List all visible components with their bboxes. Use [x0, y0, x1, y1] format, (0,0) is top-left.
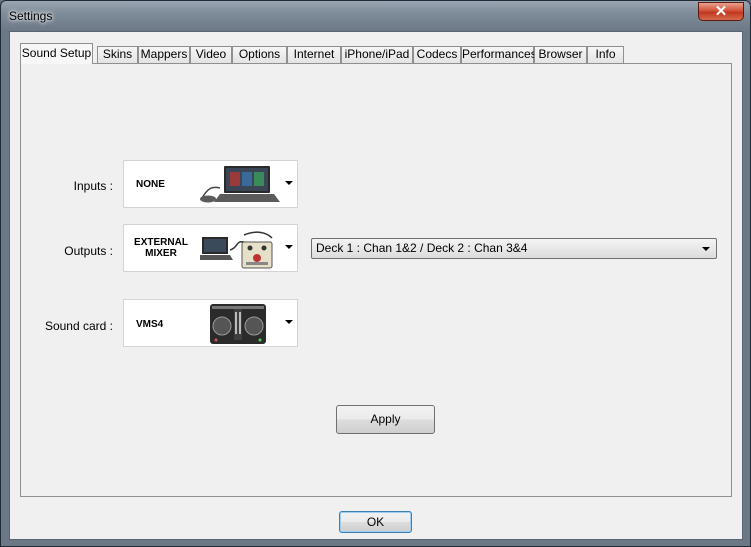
tab-skins[interactable]: Skins — [97, 46, 138, 63]
tab-label: Sound Setup — [21, 46, 92, 60]
tab-mappers[interactable]: Mappers — [138, 46, 190, 63]
outputs-value-line-1: EXTERNAL — [134, 237, 188, 248]
tab-label: Skins — [102, 47, 133, 61]
laptop-with-mic-icon — [200, 166, 280, 203]
outputs-value-line-2: MIXER — [145, 248, 177, 259]
outputs-label: Outputs : — [64, 244, 113, 258]
chevron-down-icon — [285, 320, 293, 324]
tab-info[interactable]: Info — [587, 46, 624, 63]
apply-button[interactable]: Apply — [336, 405, 435, 434]
tab-label: Info — [595, 47, 616, 61]
ok-button[interactable]: OK — [339, 511, 412, 533]
inputs-value: NONE — [136, 179, 165, 190]
tab-label: iPhone/iPad — [344, 47, 410, 61]
output-routing-value: Deck 1 : Chan 1&2 / Deck 2 : Chan 3&4 — [316, 241, 528, 255]
chevron-down-icon — [285, 181, 293, 185]
inputs-selector[interactable]: NONE — [123, 160, 298, 208]
sound-card-selector[interactable]: VMS4 — [123, 299, 298, 347]
tab-label: Codecs — [416, 47, 458, 61]
outputs-selector[interactable]: EXTERNAL MIXER — [123, 224, 298, 272]
tab-label: Video — [195, 47, 227, 61]
sound-card-value: VMS4 — [136, 319, 164, 330]
chevron-down-icon — [285, 245, 293, 249]
sound-setup-panel: Inputs : NONE Outputs : EXTERNAL MIXER D… — [20, 63, 732, 497]
tab-browser[interactable]: Browser — [534, 46, 587, 63]
laptop-mixer-icon — [200, 231, 273, 269]
settings-window: Settings ✕ Sound Setup Skins Mappers Vid… — [0, 0, 751, 547]
outputs-value: EXTERNAL MIXER — [130, 237, 192, 259]
close-button[interactable]: ✕ — [698, 2, 744, 21]
tab-label: Internet — [293, 47, 335, 61]
chevron-down-icon — [702, 247, 710, 251]
sound-card-label: Sound card : — [44, 319, 113, 333]
tab-label: Options — [238, 47, 281, 61]
title-bar: Settings ✕ — [1, 1, 750, 31]
tab-performances[interactable]: Performances — [461, 46, 537, 63]
close-icon: ✕ — [714, 3, 728, 20]
tab-internet[interactable]: Internet — [287, 46, 341, 63]
tab-video[interactable]: Video — [190, 46, 232, 63]
window-title: Settings — [9, 9, 53, 23]
dj-controller-icon — [210, 304, 266, 344]
tab-codecs[interactable]: Codecs — [413, 46, 461, 63]
inputs-label: Inputs : — [73, 179, 113, 193]
tab-label: Performances — [462, 47, 537, 61]
tab-iphone-ipad[interactable]: iPhone/iPad — [341, 46, 413, 63]
dialog-client-area: Sound Setup Skins Mappers Video Options … — [9, 31, 743, 540]
tab-options[interactable]: Options — [232, 46, 287, 63]
tab-label: Browser — [538, 47, 583, 61]
tab-label: Mappers — [140, 47, 188, 61]
tab-sound-setup[interactable]: Sound Setup — [20, 43, 93, 64]
output-routing-select[interactable]: Deck 1 : Chan 1&2 / Deck 2 : Chan 3&4 — [311, 238, 717, 259]
